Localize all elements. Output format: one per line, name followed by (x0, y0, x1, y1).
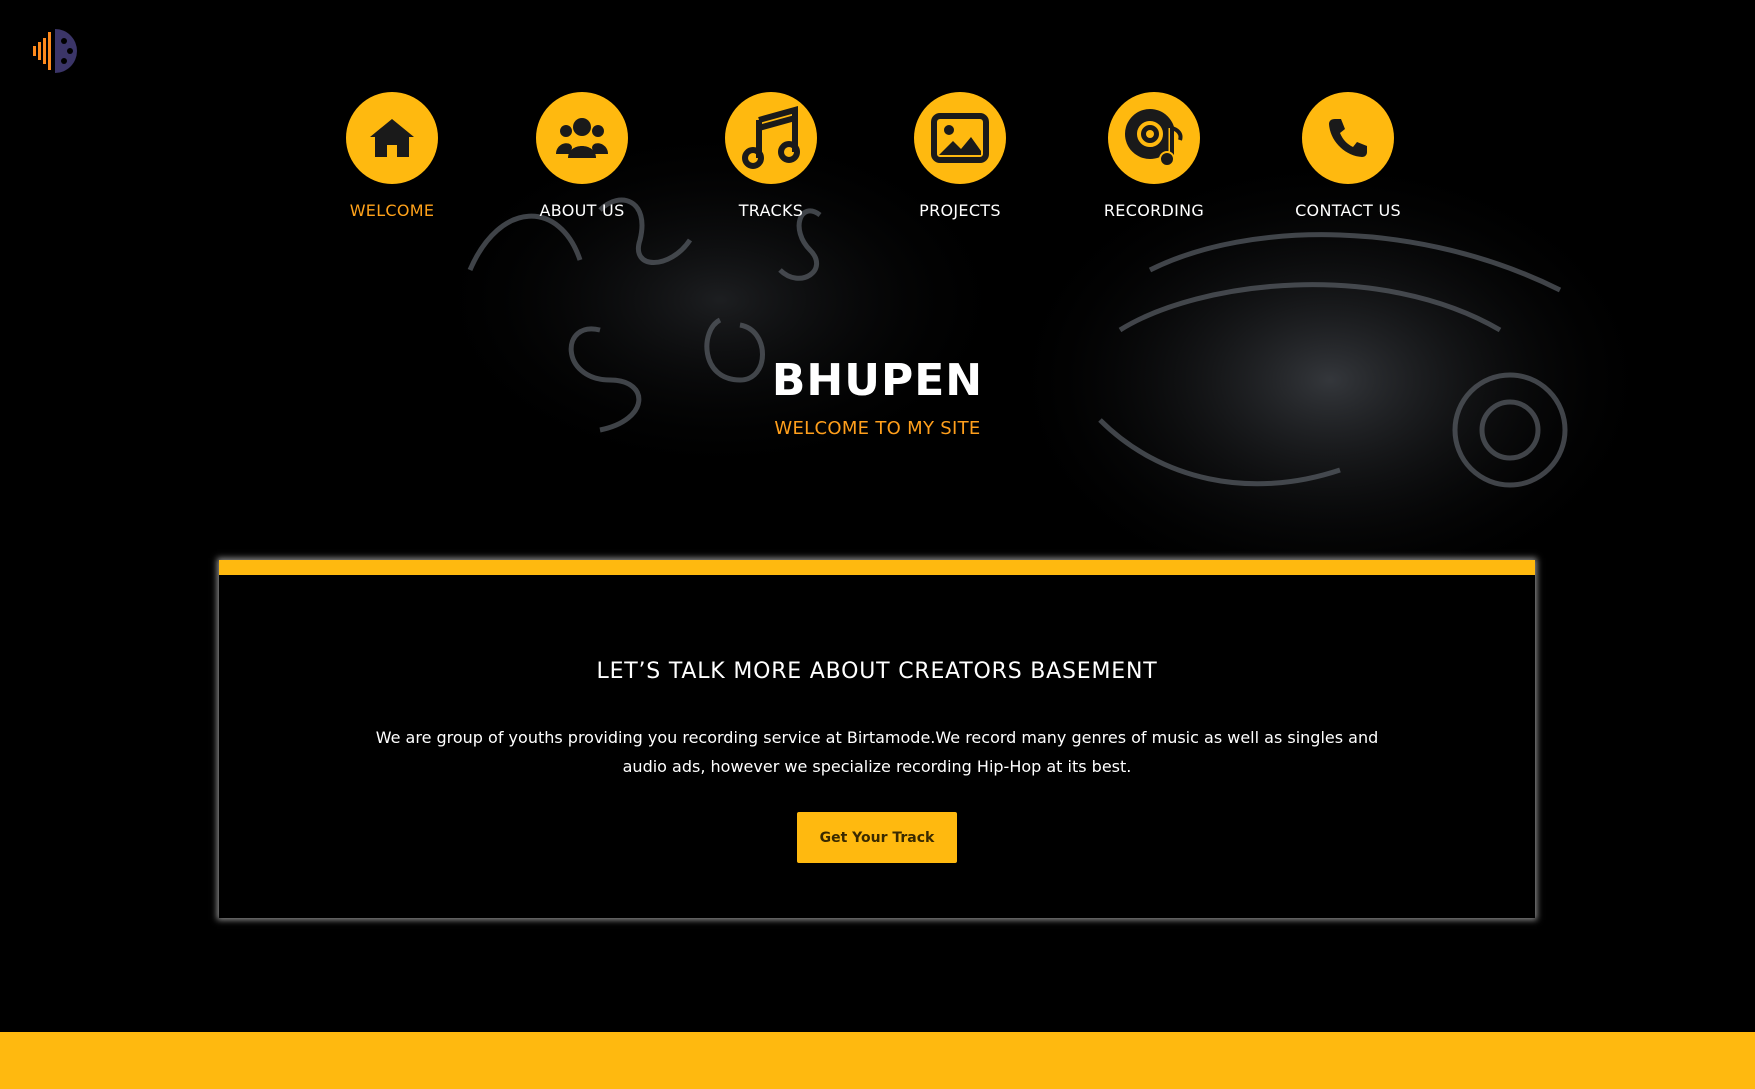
about-card: LET’S TALK MORE ABOUT CREATORS BASEMENT … (219, 560, 1535, 918)
logo-icon[interactable] (28, 26, 86, 76)
phone-icon (1329, 119, 1367, 157)
nav-label: RECORDING (1103, 201, 1205, 220)
image-icon (931, 113, 989, 163)
nav-label: TRACKS (738, 201, 804, 220)
about-title: LET’S TALK MORE ABOUT CREATORS BASEMENT (596, 659, 1158, 684)
nav-item-about-us[interactable]: ABOUT US (507, 92, 657, 220)
nav-item-contact-us[interactable]: CONTACT US (1273, 92, 1423, 220)
nav-circle[interactable] (1302, 92, 1394, 184)
nav-circle[interactable] (1108, 92, 1200, 184)
main-nav: WELCOME ABOUT US TRACKS PROJECTS RECORDI… (0, 92, 1755, 232)
hero-title: BHUPEN (771, 355, 984, 406)
nav-item-tracks[interactable]: TRACKS (696, 92, 846, 220)
hero-subtitle: WELCOME TO MY SITE (774, 418, 981, 439)
music-note-icon (742, 106, 800, 169)
nav-label: ABOUT US (539, 201, 625, 220)
nav-item-recording[interactable]: RECORDING (1079, 92, 1229, 220)
get-your-track-button[interactable]: Get Your Track (797, 812, 957, 863)
page: WELCOME ABOUT US TRACKS PROJECTS RECORDI… (0, 0, 1755, 1089)
background-art (420, 120, 1660, 600)
nav-item-projects[interactable]: PROJECTS (885, 92, 1035, 220)
nav-circle[interactable] (346, 92, 438, 184)
vinyl-record-icon (1125, 109, 1183, 167)
home-icon (370, 119, 414, 157)
nav-label: PROJECTS (919, 201, 1001, 220)
nav-label: CONTACT US (1295, 201, 1401, 220)
about-description: We are group of youths providing you rec… (375, 728, 1379, 776)
users-icon (556, 118, 608, 158)
nav-circle[interactable] (536, 92, 628, 184)
nav-label: WELCOME (349, 201, 435, 220)
footer-bar (0, 1032, 1755, 1089)
nav-item-welcome[interactable]: WELCOME (317, 92, 467, 220)
nav-circle[interactable] (914, 92, 1006, 184)
nav-circle[interactable] (725, 92, 817, 184)
